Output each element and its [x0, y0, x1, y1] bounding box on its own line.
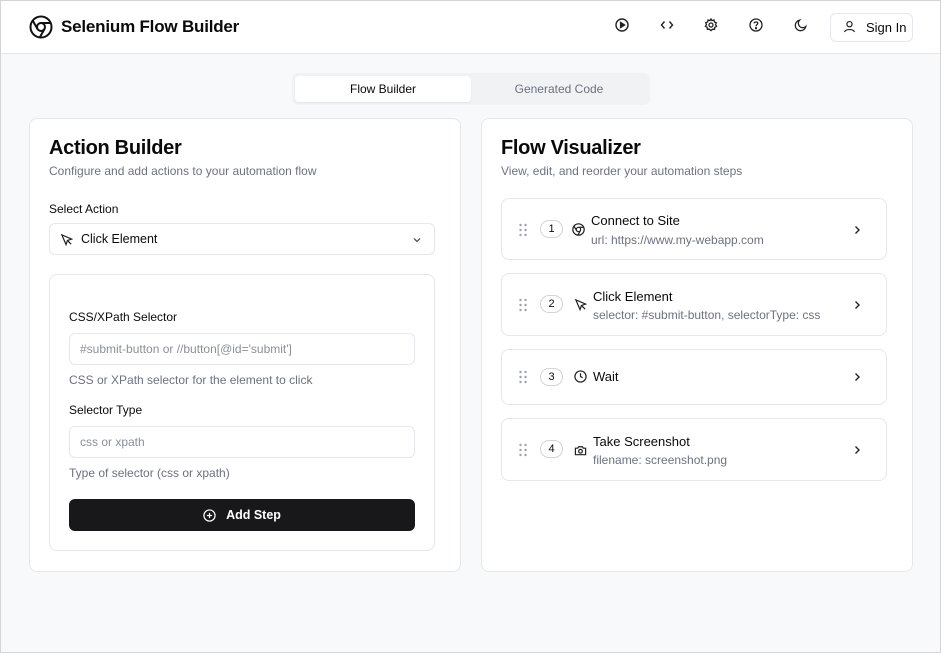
step-number: 3 [540, 368, 563, 386]
gear-icon [704, 17, 718, 37]
settings-button[interactable] [702, 17, 720, 37]
action-select[interactable]: Click Element [49, 223, 435, 255]
code-icon [660, 18, 674, 37]
help-circle-icon [749, 17, 763, 37]
selected-action-text: Click Element [81, 232, 158, 246]
user-icon [843, 20, 856, 36]
camera-icon [574, 444, 588, 458]
pointer-icon [574, 298, 588, 312]
chevron-right-icon[interactable] [852, 224, 862, 236]
step-detail: filename: screenshot.png [593, 453, 728, 467]
sign-in-button[interactable]: Sign In [830, 13, 913, 42]
step-title: Click Element [593, 289, 673, 304]
selector-type-label: Selector Type [69, 403, 143, 417]
clock-icon [574, 370, 588, 384]
flow-visualizer-subtitle: View, edit, and reorder your automation … [501, 164, 743, 178]
chevron-right-icon[interactable] [852, 299, 862, 311]
chrome-icon [572, 223, 586, 237]
step-title: Connect to Site [591, 213, 680, 228]
drag-handle-icon[interactable] [518, 370, 528, 384]
selector-help-text: CSS or XPath selector for the element to… [69, 373, 313, 387]
plus-circle-icon [203, 508, 216, 522]
selector-label: CSS/XPath Selector [69, 310, 178, 324]
app-header: Selenium Flow Builder Sign In [1, 1, 940, 54]
action-config-panel: CSS/XPath Selector CSS or XPath selector… [49, 274, 435, 551]
flow-step[interactable]: 3 Wait [501, 349, 887, 405]
step-number: 1 [540, 220, 563, 238]
tab-flow-builder[interactable]: Flow Builder [295, 76, 471, 102]
flow-visualizer-title: Flow Visualizer [501, 137, 641, 159]
drag-handle-icon[interactable] [518, 443, 528, 457]
add-step-label: Add Step [226, 508, 281, 522]
brand[interactable]: Selenium Flow Builder [29, 15, 239, 39]
step-number: 4 [540, 440, 563, 458]
drag-handle-icon[interactable] [518, 223, 528, 237]
tab-generated-code[interactable]: Generated Code [471, 76, 647, 102]
run-button[interactable] [613, 17, 631, 37]
step-title: Wait [593, 369, 619, 384]
selector-type-help-text: Type of selector (css or xpath) [69, 466, 230, 480]
step-detail: url: https://www.my-webapp.com [591, 233, 764, 247]
play-circle-icon [615, 17, 629, 37]
code-button[interactable] [658, 18, 676, 36]
step-detail: selector: #submit-button, selectorType: … [593, 308, 821, 322]
drag-handle-icon[interactable] [518, 298, 528, 312]
step-number: 2 [540, 295, 563, 313]
flow-step[interactable]: 4 Take Screenshot filename: screenshot.p… [501, 418, 887, 481]
step-title: Take Screenshot [593, 434, 690, 449]
add-step-button[interactable]: Add Step [69, 499, 415, 531]
action-builder-card: Action Builder Configure and add actions… [29, 118, 461, 572]
select-action-label: Select Action [49, 202, 119, 216]
action-builder-title: Action Builder [49, 137, 182, 159]
chevron-right-icon[interactable] [852, 371, 862, 383]
help-button[interactable] [747, 17, 765, 37]
app-title: Selenium Flow Builder [61, 17, 240, 36]
flow-visualizer-card: Flow Visualizer View, edit, and reorder … [481, 118, 913, 572]
sign-in-label: Sign In [866, 20, 907, 35]
action-builder-subtitle: Configure and add actions to your automa… [49, 164, 317, 178]
chevron-down-icon [412, 234, 422, 248]
flow-step[interactable]: 2 Click Element selector: #submit-button… [501, 273, 887, 336]
view-tabs: Flow Builder Generated Code [292, 73, 650, 105]
moon-icon [794, 18, 808, 37]
chevron-right-icon[interactable] [852, 444, 862, 456]
chrome-logo-icon [29, 15, 53, 39]
flow-step[interactable]: 1 Connect to Site url: https://www.my-we… [501, 198, 887, 260]
selector-type-input[interactable] [69, 426, 415, 458]
pointer-icon [60, 233, 73, 246]
selector-input[interactable] [69, 333, 415, 365]
dark-mode-toggle[interactable] [792, 18, 810, 36]
